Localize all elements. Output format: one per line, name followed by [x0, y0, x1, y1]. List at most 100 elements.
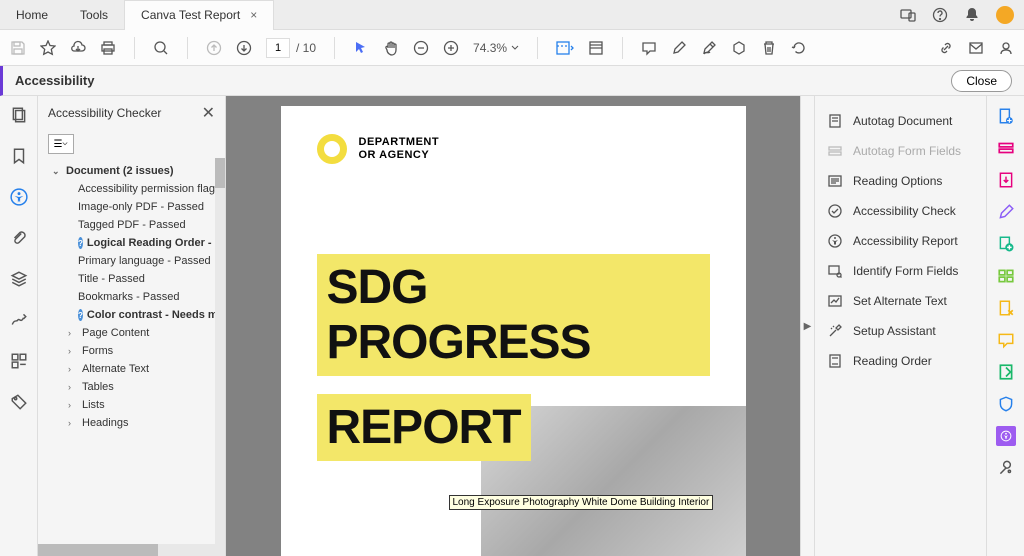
page-total: / 10 [296, 41, 316, 55]
page-input[interactable] [266, 38, 290, 58]
sign-icon[interactable] [701, 40, 717, 56]
info-icon: ? [78, 309, 83, 321]
search-icon[interactable] [153, 40, 169, 56]
zoom-dropdown[interactable]: 74.3% [473, 41, 519, 55]
tab-bar-icons [900, 6, 1024, 24]
stamp-icon[interactable] [731, 40, 747, 56]
bookmark-icon[interactable] [10, 147, 28, 170]
autotag-document[interactable]: Autotag Document [815, 106, 986, 136]
tab-document[interactable]: Canva Test Report × [124, 0, 274, 30]
tree-item[interactable]: Bookmarks - Passed [38, 288, 225, 306]
scrollbar-thumb[interactable] [215, 158, 225, 188]
settings-icon[interactable] [996, 458, 1016, 478]
tree-vscrollbar[interactable] [215, 158, 225, 544]
organize-icon[interactable] [996, 202, 1016, 222]
profile-icon[interactable] [998, 40, 1014, 56]
cloud-icon[interactable] [70, 40, 86, 56]
help-icon[interactable] [932, 7, 948, 23]
thumbnails-icon[interactable] [10, 106, 28, 129]
page-up-icon[interactable] [206, 40, 222, 56]
tree-item[interactable]: ?Color contrast - Needs man [38, 306, 225, 324]
comment-tool-icon[interactable] [996, 234, 1016, 254]
trash-icon[interactable] [761, 40, 777, 56]
close-icon[interactable]: ✕ [202, 103, 215, 123]
scrollbar-thumb[interactable] [38, 544, 158, 556]
save-icon[interactable] [10, 40, 26, 56]
tree-item[interactable]: ?Logical Reading Order - Ne [38, 234, 225, 252]
accessibility-tools-panel: Autotag Document Autotag Form Fields Rea… [814, 96, 986, 556]
accessibility-checker-panel: Accessibility Checker ✕ ☰ ⌄Document (2 i… [38, 96, 226, 556]
accessibility-rail-icon[interactable] [10, 188, 28, 211]
link-icon[interactable] [938, 40, 954, 56]
create-pdf-icon[interactable] [996, 106, 1016, 126]
fit-icon[interactable] [556, 40, 574, 56]
panel-title: Accessibility [15, 73, 95, 88]
tree-item[interactable]: Image-only PDF - Passed [38, 198, 225, 216]
bell-icon[interactable] [964, 7, 980, 23]
setup-assistant[interactable]: Setup Assistant [815, 316, 986, 346]
tree-item[interactable]: Primary language - Passed [38, 252, 225, 270]
shield-icon[interactable] [996, 394, 1016, 414]
tree-cat[interactable]: ›Tables [38, 378, 225, 396]
page-indicator: / 10 [266, 38, 316, 58]
zoom-out-icon[interactable] [413, 40, 429, 56]
highlight-icon[interactable] [671, 40, 687, 56]
avatar[interactable] [996, 6, 1014, 24]
scan-icon[interactable] [996, 266, 1016, 286]
tree-cat[interactable]: ›Lists [38, 396, 225, 414]
tree-item[interactable]: Title - Passed [38, 270, 225, 288]
tree-root[interactable]: ⌄Document (2 issues) [38, 162, 225, 180]
tree-cat[interactable]: ›Alternate Text [38, 360, 225, 378]
tab-document-label: Canva Test Report [141, 8, 240, 22]
tree-cat[interactable]: ›Page Content [38, 324, 225, 342]
image-tooltip: Long Exposure Photography White Dome Bui… [449, 495, 714, 510]
tree-item[interactable]: Accessibility permission flag [38, 180, 225, 198]
reading-order[interactable]: Reading Order [815, 346, 986, 376]
star-icon[interactable] [40, 40, 56, 56]
chevron-right-icon: › [68, 346, 78, 356]
rotate-icon[interactable] [791, 40, 807, 56]
layers-icon[interactable] [10, 270, 28, 293]
mail-icon[interactable] [968, 40, 984, 56]
document-viewport[interactable]: DEPARTMENTOR AGENCY SDG PROGRESS REPORT … [226, 96, 800, 556]
print-icon[interactable] [100, 40, 116, 56]
tree-item[interactable]: Tagged PDF - Passed [38, 216, 225, 234]
identify-form-fields[interactable]: Identify Form Fields [815, 256, 986, 286]
accessibility-report[interactable]: Accessibility Report [815, 226, 986, 256]
edit-pdf-icon[interactable] [996, 138, 1016, 158]
accessibility-check[interactable]: Accessibility Check [815, 196, 986, 226]
export-pdf-icon[interactable] [996, 170, 1016, 190]
close-button[interactable]: Close [951, 70, 1012, 92]
right-rail [986, 96, 1024, 556]
document-page: DEPARTMENTOR AGENCY SDG PROGRESS REPORT … [281, 106, 746, 556]
signature-icon[interactable] [10, 311, 28, 334]
close-icon[interactable]: × [250, 8, 257, 22]
protect-icon[interactable] [996, 298, 1016, 318]
reading-options[interactable]: Reading Options [815, 166, 986, 196]
collapse-handle[interactable]: ▶ [800, 96, 814, 556]
tags-icon[interactable] [10, 393, 28, 416]
checker-options-button[interactable]: ☰ [48, 134, 74, 154]
hand-icon[interactable] [383, 40, 399, 56]
attachment-icon[interactable] [10, 229, 28, 252]
fill-sign-icon[interactable] [996, 330, 1016, 350]
tab-tools[interactable]: Tools [64, 0, 124, 30]
comment-icon[interactable] [641, 40, 657, 56]
more-tools-icon[interactable] [996, 362, 1016, 382]
tree-cat[interactable]: ›Headings [38, 414, 225, 432]
order-icon[interactable] [10, 352, 28, 375]
tree-cat[interactable]: ›Forms [38, 342, 225, 360]
pointer-icon[interactable] [353, 40, 369, 56]
devices-icon[interactable] [900, 7, 916, 23]
toolbar-right [938, 40, 1014, 56]
page-down-icon[interactable] [236, 40, 252, 56]
page-display-icon[interactable] [588, 40, 604, 56]
set-alternate-text[interactable]: Set Alternate Text [815, 286, 986, 316]
chevron-right-icon: › [68, 418, 78, 428]
zoom-in-icon[interactable] [443, 40, 459, 56]
tab-home[interactable]: Home [0, 0, 64, 30]
tree-hscrollbar[interactable] [38, 544, 225, 556]
chevron-right-icon: › [68, 328, 78, 338]
accessibility-tool-icon[interactable] [996, 426, 1016, 446]
tab-bar: Home Tools Canva Test Report × [0, 0, 1024, 30]
